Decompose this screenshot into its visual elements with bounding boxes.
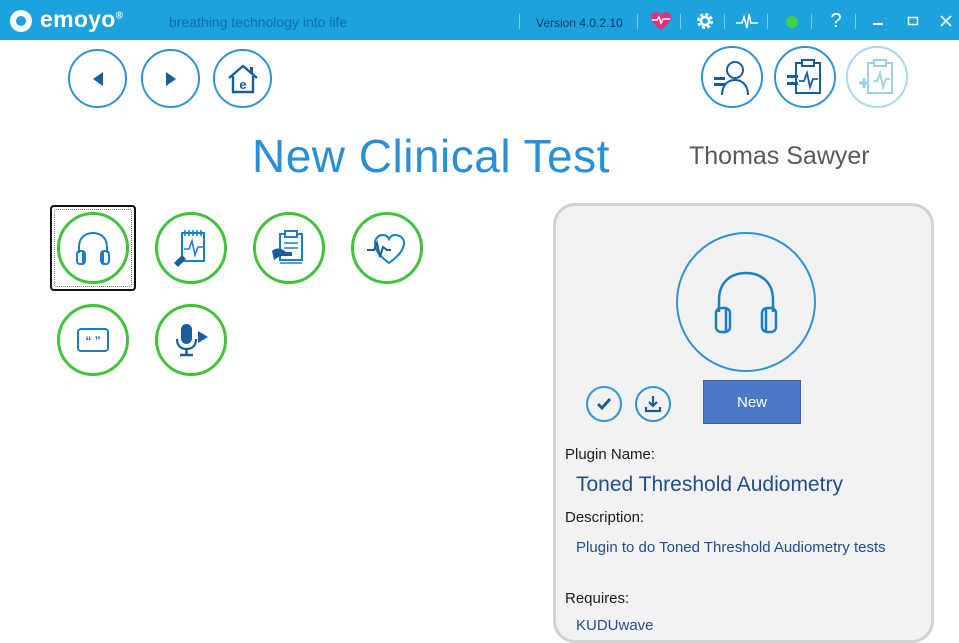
- clipboard-ecg-icon: [787, 59, 821, 94]
- gear-icon[interactable]: [694, 10, 716, 32]
- home-icon: e: [227, 64, 258, 93]
- page-title: New Clinical Test: [252, 130, 610, 182]
- svg-text:e: e: [239, 77, 246, 92]
- heart-ecg-icon: [367, 233, 406, 265]
- description-value: Plugin to do Toned Threshold Audiometry …: [576, 539, 886, 556]
- help-icon[interactable]: ?: [825, 10, 847, 32]
- plugin-questionnaire[interactable]: [246, 205, 332, 291]
- plugin-audiometry[interactable]: [50, 205, 136, 291]
- plugin-notes-ecg[interactable]: [148, 205, 234, 291]
- patient-name: Thomas Sawyer: [689, 142, 870, 170]
- add-clipboard-ecg-icon: [859, 59, 893, 94]
- separator: [519, 14, 520, 29]
- microphone-play-icon: [175, 324, 208, 357]
- separator: [767, 14, 768, 29]
- separator: [680, 14, 681, 29]
- separator: [855, 14, 856, 29]
- pulse-icon[interactable]: [736, 10, 758, 32]
- home-button[interactable]: e: [213, 49, 272, 108]
- back-arrow-icon: [92, 71, 103, 86]
- patient-button[interactable]: [701, 46, 763, 108]
- connection-status-icon: [786, 16, 798, 28]
- forward-button[interactable]: [141, 49, 200, 108]
- forward-arrow-icon: [165, 71, 176, 86]
- plugin-voice[interactable]: [148, 297, 234, 383]
- minimize-icon[interactable]: [867, 10, 889, 32]
- app-tagline: breathing technology into life: [169, 14, 348, 30]
- requires-label: Requires:: [565, 590, 630, 607]
- back-button[interactable]: [68, 49, 127, 108]
- close-icon[interactable]: [935, 10, 957, 32]
- title-bar: emoyo® breathing technology into life Ve…: [0, 0, 959, 40]
- heart-ecg-icon[interactable]: [650, 10, 672, 32]
- headphones-icon: [714, 271, 778, 334]
- plugin-name-label: Plugin Name:: [565, 446, 656, 463]
- download-icon: [644, 396, 662, 413]
- select-plugin-button[interactable]: [586, 386, 622, 422]
- app-logo-icon: [10, 10, 32, 32]
- description-label: Description:: [565, 509, 645, 526]
- app-brand: emoyo®: [40, 6, 124, 32]
- selected-plugin-icon: [676, 232, 816, 372]
- plugin-name-value: Toned Threshold Audiometry: [576, 473, 843, 496]
- headphones-icon: [76, 231, 110, 265]
- new-test-button[interactable]: New: [703, 380, 801, 424]
- requires-value: KUDUwave: [576, 617, 654, 634]
- checkmark-icon: [596, 398, 612, 411]
- clipboard-hand-icon: [272, 230, 303, 264]
- plugin-detail-panel: New Plugin Name: Toned Threshold Audiome…: [553, 203, 934, 643]
- plugin-messages[interactable]: “ ”: [50, 297, 136, 383]
- separator: [811, 14, 812, 29]
- separator: [724, 14, 725, 29]
- download-plugin-button[interactable]: [635, 386, 671, 422]
- version-label: Version 4.0.2.10: [536, 16, 623, 30]
- maximize-icon[interactable]: [902, 10, 924, 32]
- svg-text:“ ”: “ ”: [85, 334, 100, 348]
- separator: [637, 14, 638, 29]
- clinical-notes-button[interactable]: [774, 46, 836, 108]
- patient-icon: [714, 61, 749, 96]
- quote-message-icon: “ ”: [77, 328, 109, 352]
- plugin-heart-ecg[interactable]: [344, 205, 430, 291]
- notepad-ecg-icon: [174, 230, 205, 267]
- add-clinical-test-button[interactable]: [846, 46, 908, 108]
